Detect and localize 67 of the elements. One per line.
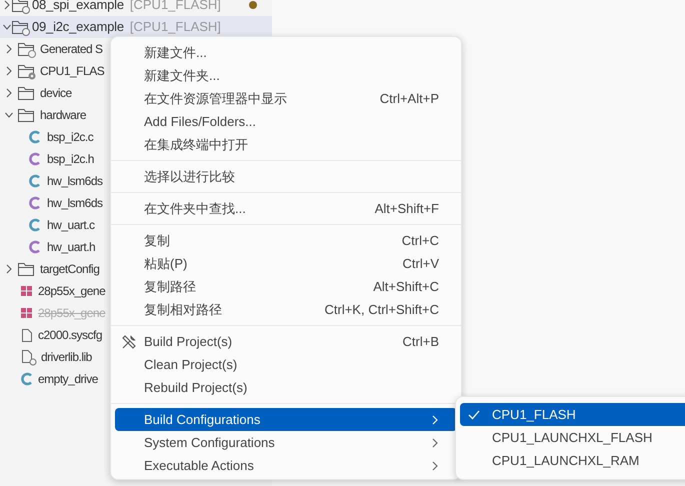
tree-item[interactable]: 28p55x_gene: [38, 282, 106, 300]
folder-badge-icon: [17, 40, 36, 58]
chevron-right-icon: [431, 460, 439, 470]
menu-item[interactable]: Build Configurations: [115, 408, 457, 431]
tree-item[interactable]: device: [40, 84, 72, 102]
folder-badge-icon: [17, 62, 36, 80]
shortcut-label: Ctrl+B: [402, 332, 439, 351]
tree-item[interactable]: hw_uart.h: [47, 238, 96, 256]
tree-item[interactable]: hw_uart.c: [47, 216, 95, 234]
menu-item[interactable]: 复制 Ctrl+C: [115, 229, 457, 252]
c-file-icon: [20, 372, 34, 386]
windows-file-icon: [20, 284, 34, 298]
menu-item[interactable]: Build Project(s) Ctrl+B: [115, 330, 457, 353]
tree-item[interactable]: hw_lsm6ds: [47, 194, 103, 212]
shortcut-label: Ctrl+C: [402, 232, 439, 250]
c-file-icon: [28, 174, 42, 188]
menu-item[interactable]: 在文件资源管理器中显示 Ctrl+Alt+P: [115, 87, 457, 110]
tools-icon: [121, 334, 137, 350]
menu-item[interactable]: 新建文件...: [115, 41, 457, 64]
menu-item[interactable]: Executable Actions: [115, 454, 457, 477]
menu-item[interactable]: Add Files/Folders...: [115, 110, 457, 133]
folder-icon: [17, 260, 36, 278]
configuration-tag: [CPU1_FLASH]: [130, 17, 221, 37]
configuration-tag: [CPU1_FLASH]: [130, 0, 221, 15]
header-file-icon: [28, 152, 42, 166]
tree-item[interactable]: empty_drive: [38, 370, 98, 388]
tree-item[interactable]: hw_lsm6ds: [47, 172, 103, 190]
menu-item[interactable]: Clean Project(s): [115, 353, 457, 376]
menu-item[interactable]: 粘贴(P) Ctrl+V: [115, 252, 457, 275]
menu-item[interactable]: 在文件夹中查找... Alt+Shift+F: [115, 197, 457, 220]
menu-item[interactable]: Rebuild Project(s): [115, 376, 457, 399]
header-file-icon: [28, 196, 42, 210]
c-file-icon: [28, 218, 42, 232]
tree-item[interactable]: hardware: [40, 106, 86, 124]
shortcut-label: Alt+Shift+C: [373, 278, 439, 296]
header-file-icon: [28, 240, 42, 254]
shortcut-label: Ctrl+K, Ctrl+Shift+C: [324, 300, 439, 319]
menu-item[interactable]: CPU1_LAUNCHXL_RAM: [460, 449, 685, 472]
tree-item[interactable]: bsp_i2c.h: [47, 150, 94, 168]
tree-item[interactable]: CPU1_FLAS: [40, 62, 104, 80]
c-file-icon: [28, 130, 42, 144]
tree-item[interactable]: 09_i2c_example: [32, 17, 124, 37]
library-file-icon: [20, 348, 37, 366]
tree-item[interactable]: Generated S: [40, 40, 103, 58]
folder-icon: [17, 106, 36, 124]
tree-item[interactable]: bsp_i2c.c: [47, 128, 94, 146]
menu-item[interactable]: CPU1_FLASH: [460, 403, 685, 426]
windows-file-icon: [20, 306, 34, 320]
tree-item[interactable]: driverlib.lib: [41, 348, 92, 366]
menu-item[interactable]: System Configurations: [115, 431, 457, 454]
folder-badge-icon: [11, 18, 30, 36]
menu-item[interactable]: 选择以进行比较: [115, 165, 457, 188]
menu-item[interactable]: CPU1_LAUNCHXL_FLASH: [460, 426, 685, 449]
tree-item[interactable]: 08_spi_example: [32, 0, 124, 15]
tree-item[interactable]: c2000.syscfg: [38, 326, 102, 344]
shortcut-label: Alt+Shift+F: [374, 200, 439, 218]
menu-item[interactable]: 复制路径 Alt+Shift+C: [115, 275, 457, 298]
shortcut-label: Ctrl+V: [402, 254, 439, 273]
folder-icon: [17, 84, 36, 102]
chevron-right-icon: [431, 438, 439, 448]
chevron-right-icon: [431, 414, 439, 424]
tree-item[interactable]: targetConfig: [40, 260, 100, 278]
menu-item[interactable]: 新建文件夹...: [115, 64, 457, 87]
menu-item[interactable]: 复制相对路径 Ctrl+K, Ctrl+Shift+C: [115, 298, 457, 321]
menu-item[interactable]: 在集成终端中打开: [115, 133, 457, 156]
file-icon: [20, 328, 34, 342]
shortcut-label: Ctrl+Alt+P: [380, 90, 439, 108]
